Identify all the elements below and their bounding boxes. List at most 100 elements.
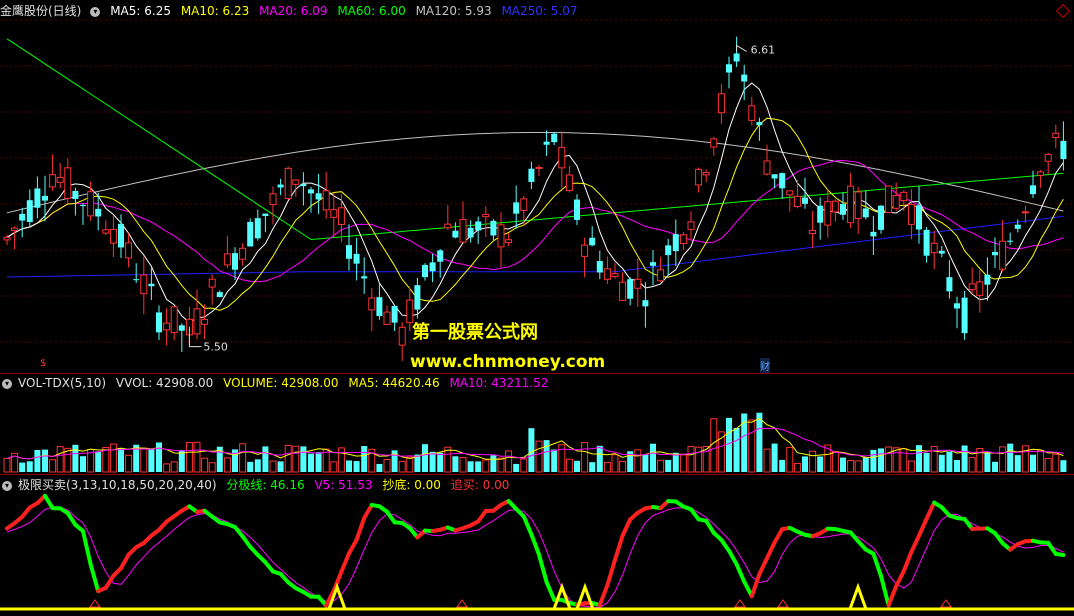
- candle-body: [687, 221, 695, 230]
- volume-bar: [657, 459, 665, 473]
- candle-body: [361, 276, 368, 279]
- candle-body: [968, 283, 976, 291]
- candle-body: [322, 190, 330, 211]
- dollar-marker[interactable]: $: [40, 358, 46, 369]
- volume-bar: [406, 456, 414, 473]
- fenji-line-segment: [765, 540, 777, 561]
- candle-body: [368, 297, 376, 311]
- candle-body: [535, 166, 543, 169]
- volume-bar: [900, 448, 908, 473]
- volume-bar: [665, 459, 672, 472]
- volume-bar: [3, 458, 11, 473]
- candle-body: [1052, 132, 1060, 139]
- candle-body: [581, 244, 589, 257]
- candle-body: [885, 185, 893, 213]
- candle-body: [414, 285, 421, 310]
- candle-body: [862, 208, 869, 218]
- volume-bar: [337, 447, 345, 473]
- fenji-line-segment: [909, 533, 921, 554]
- candle-body: [337, 207, 345, 225]
- fenji-line-segment: [924, 500, 937, 521]
- candle-body: [513, 202, 520, 214]
- volume-bar: [551, 449, 558, 472]
- candle-body: [589, 237, 596, 246]
- fenji-line-segment: [886, 584, 899, 608]
- candle-body: [756, 121, 763, 126]
- watermark-title: 第一股票公式网: [412, 322, 538, 343]
- fenji-line-segment: [757, 556, 769, 577]
- candle-body: [976, 281, 984, 296]
- price-panel[interactable]: 6.61 5.50: [0, 0, 1074, 372]
- volume-bar: [353, 461, 360, 472]
- volume-bar: [802, 456, 808, 472]
- volume-bar: [201, 457, 209, 473]
- candle-body: [102, 229, 110, 234]
- high-pointer: [736, 44, 747, 52]
- candle-body: [741, 74, 748, 82]
- candle-body: [771, 174, 778, 179]
- volume-bar: [528, 428, 535, 472]
- volume-panel[interactable]: [0, 374, 1074, 474]
- volume-bar: [999, 446, 1007, 473]
- candle-body: [824, 201, 832, 226]
- candle-body: [574, 199, 580, 220]
- high-label: 6.61: [751, 43, 776, 56]
- volume-bar: [170, 461, 178, 473]
- finance-marker[interactable]: 财: [760, 358, 770, 373]
- indicator-panel[interactable]: [0, 475, 1074, 616]
- candle-body: [26, 200, 33, 222]
- fenji-line-segment: [119, 552, 131, 571]
- volume-bar: [398, 460, 406, 473]
- volume-bar: [954, 459, 960, 472]
- volume-bar: [809, 450, 817, 473]
- fenji-line-segment: [901, 549, 914, 574]
- volume-bar: [163, 463, 171, 473]
- candle-body: [938, 250, 945, 254]
- volume-bar: [1044, 457, 1052, 473]
- fenji-line-segment: [620, 517, 633, 538]
- candle-body: [505, 239, 513, 244]
- candle-body: [1030, 185, 1036, 195]
- volume-bar: [277, 461, 284, 472]
- candle-body: [459, 219, 467, 243]
- zhuimai-triangle: [734, 599, 746, 608]
- volume-bar: [269, 460, 277, 473]
- candle-body: [650, 262, 656, 266]
- volume-bar: [49, 459, 57, 473]
- volume-bar: [72, 444, 79, 472]
- volume-bar: [619, 460, 627, 473]
- volume-bar: [817, 456, 824, 472]
- volume-bar: [118, 448, 124, 472]
- candle-body: [193, 308, 201, 335]
- fenji-line-segment: [537, 552, 549, 585]
- candle-body: [223, 253, 231, 266]
- fenji-line-segment: [521, 514, 534, 537]
- candle-body: [992, 251, 998, 256]
- candle-body: [452, 230, 459, 238]
- candle-body: [520, 198, 528, 211]
- candle-body: [565, 174, 573, 192]
- candle-body: [475, 221, 482, 231]
- candle-body: [254, 218, 261, 239]
- candle-body: [269, 193, 277, 206]
- volume-bar: [80, 456, 86, 472]
- volume-bar: [679, 454, 687, 473]
- volume-bar: [452, 456, 459, 472]
- candle-body: [3, 236, 11, 241]
- fenji-line-segment: [734, 562, 747, 584]
- candle-body: [627, 279, 634, 299]
- candle-body: [984, 274, 991, 285]
- candle-body: [64, 167, 72, 199]
- candle-body: [391, 305, 398, 323]
- volume-bar: [376, 463, 383, 472]
- volume-bar: [513, 463, 520, 472]
- candle-body: [163, 322, 171, 331]
- candle-body: [923, 229, 930, 256]
- volume-bar: [1014, 455, 1021, 472]
- volume-bar: [292, 445, 300, 473]
- volume-bar: [862, 457, 869, 472]
- volume-bar: [361, 446, 368, 472]
- fenji-line-segment: [917, 516, 929, 538]
- candle-body: [482, 213, 490, 218]
- candle-body: [999, 240, 1007, 270]
